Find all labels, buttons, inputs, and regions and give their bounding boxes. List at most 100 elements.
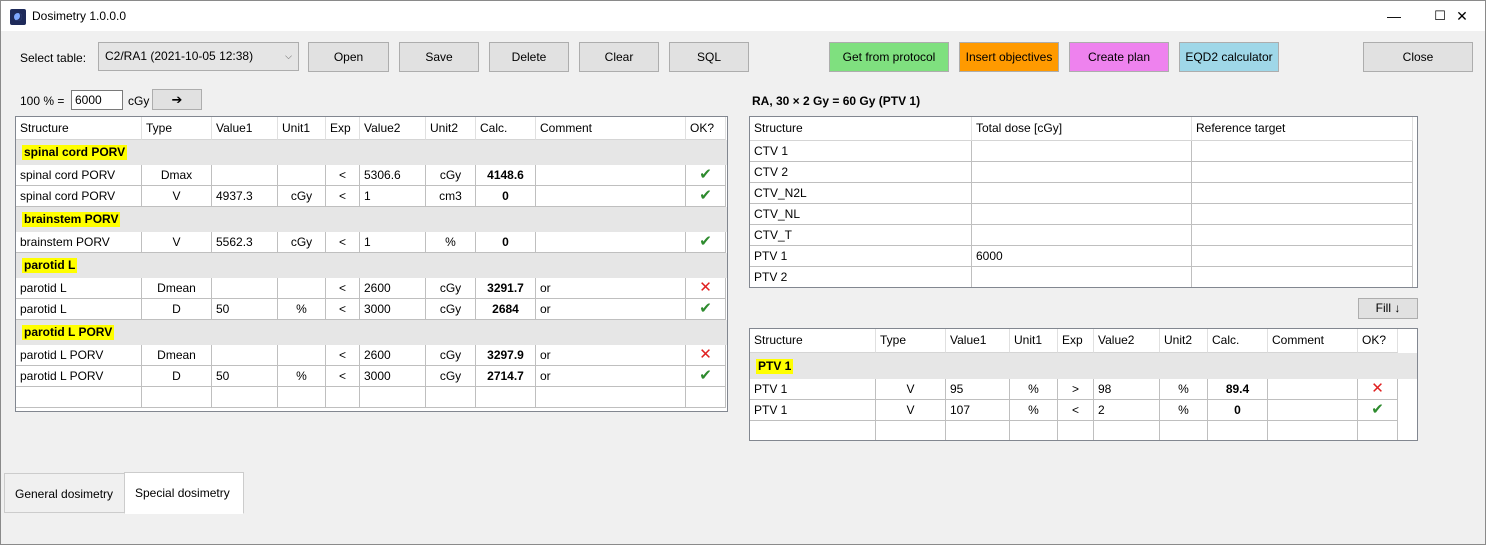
- table-row[interactable]: PTV 1 6000: [750, 246, 1413, 267]
- table-cell[interactable]: [1058, 421, 1094, 440]
- table-cell[interactable]: [1192, 204, 1413, 225]
- table-cell[interactable]: cGy: [426, 165, 476, 186]
- new-row[interactable]: [16, 387, 726, 408]
- table-cell[interactable]: 6000: [972, 246, 1192, 267]
- table-row[interactable]: spinal cord PORV Dmax <5306.6 cGy 4148.6 ✔: [16, 165, 726, 186]
- table-cell[interactable]: parotid L: [16, 299, 142, 320]
- table-cell[interactable]: CTV 2: [750, 162, 972, 183]
- table-cell[interactable]: [1192, 246, 1413, 267]
- table-cell[interactable]: cGy: [278, 186, 326, 207]
- table-cell[interactable]: PTV 1: [750, 246, 972, 267]
- table-cell[interactable]: %: [1160, 400, 1208, 421]
- tab-general-dosimetry[interactable]: General dosimetry: [4, 473, 125, 513]
- table-cell[interactable]: cGy: [426, 366, 476, 387]
- table-cell[interactable]: 2: [1094, 400, 1160, 421]
- table-cell[interactable]: cm3: [426, 186, 476, 207]
- eqd2-calculator-button[interactable]: EQD2 calculator: [1179, 42, 1279, 72]
- table-row[interactable]: CTV 1: [750, 141, 1413, 162]
- table-cell[interactable]: V: [142, 232, 212, 253]
- table-cell[interactable]: [1192, 162, 1413, 183]
- table-cell[interactable]: [360, 387, 426, 408]
- table-cell[interactable]: [278, 165, 326, 186]
- table-row[interactable]: parotid L PORV Dmean <2600 cGy 3297.9 or ✕: [16, 345, 726, 366]
- checkmark-icon[interactable]: ✔: [686, 165, 726, 186]
- table-cell[interactable]: [1192, 225, 1413, 246]
- checkmark-icon[interactable]: ✔: [686, 186, 726, 207]
- table-cell[interactable]: [946, 421, 1010, 440]
- table-cell[interactable]: [212, 165, 278, 186]
- table-cell[interactable]: [212, 345, 278, 366]
- table-cell[interactable]: PTV 2: [750, 267, 972, 287]
- table-row[interactable]: brainstem PORV V 5562.3 cGy <1% 0 ✔: [16, 232, 726, 253]
- table-cell[interactable]: 1: [360, 232, 426, 253]
- table-cell[interactable]: [326, 387, 360, 408]
- table-cell[interactable]: 3291.7: [476, 278, 536, 299]
- cross-icon[interactable]: ✕: [686, 278, 726, 299]
- table-cell[interactable]: [1268, 400, 1358, 421]
- table-cell[interactable]: <: [326, 232, 360, 253]
- table-cell[interactable]: %: [1010, 400, 1058, 421]
- table-cell[interactable]: [1160, 421, 1208, 440]
- table-row[interactable]: parotid L Dmean <2600 cGy 3291.7 or ✕: [16, 278, 726, 299]
- close-button[interactable]: Close: [1363, 42, 1473, 72]
- table-cell[interactable]: 2714.7: [476, 366, 536, 387]
- table-cell[interactable]: 50: [212, 366, 278, 387]
- group-header-row[interactable]: spinal cord PORV: [16, 140, 727, 165]
- table-cell[interactable]: 3297.9: [476, 345, 536, 366]
- table-cell[interactable]: 1: [360, 186, 426, 207]
- table-row[interactable]: parotid L D 50% <3000 cGy 2684 or ✔: [16, 299, 726, 320]
- table-cell[interactable]: cGy: [426, 299, 476, 320]
- table-cell[interactable]: <: [326, 366, 360, 387]
- table-cell[interactable]: cGy: [426, 345, 476, 366]
- group-header-row[interactable]: parotid L: [16, 253, 727, 278]
- minimize-button[interactable]: —: [1371, 1, 1417, 31]
- table-cell[interactable]: [212, 278, 278, 299]
- table-cell[interactable]: 5306.6: [360, 165, 426, 186]
- table-cell[interactable]: CTV_NL: [750, 204, 972, 225]
- table-cell[interactable]: [876, 421, 946, 440]
- clear-button[interactable]: Clear: [579, 42, 659, 72]
- table-cell[interactable]: cGy: [278, 232, 326, 253]
- checkmark-icon[interactable]: ✔: [686, 366, 726, 387]
- table-cell[interactable]: 95: [946, 379, 1010, 400]
- table-cell[interactable]: CTV_T: [750, 225, 972, 246]
- table-cell[interactable]: %: [278, 366, 326, 387]
- table-cell[interactable]: [476, 387, 536, 408]
- checkmark-icon[interactable]: ✔: [686, 299, 726, 320]
- table-cell[interactable]: [1010, 421, 1058, 440]
- table-cell[interactable]: [972, 225, 1192, 246]
- table-cell[interactable]: [972, 141, 1192, 162]
- table-cell[interactable]: [1208, 421, 1268, 440]
- table-cell[interactable]: 107: [946, 400, 1010, 421]
- table-cell[interactable]: [1192, 141, 1413, 162]
- delete-button[interactable]: Delete: [489, 42, 569, 72]
- table-cell[interactable]: [750, 421, 876, 440]
- table-cell[interactable]: [212, 387, 278, 408]
- table-cell[interactable]: or: [536, 366, 686, 387]
- table-cell[interactable]: <: [1058, 400, 1094, 421]
- apply-reference-button[interactable]: ➔: [152, 89, 202, 110]
- table-cell[interactable]: Dmean: [142, 278, 212, 299]
- table-cell[interactable]: 0: [1208, 400, 1268, 421]
- table-cell[interactable]: 2684: [476, 299, 536, 320]
- table-cell[interactable]: [536, 186, 686, 207]
- save-button[interactable]: Save: [399, 42, 479, 72]
- table-row[interactable]: CTV 2: [750, 162, 1413, 183]
- table-cell[interactable]: <: [326, 278, 360, 299]
- table-row[interactable]: PTV 2: [750, 267, 1413, 287]
- table-cell[interactable]: >: [1058, 379, 1094, 400]
- table-cell[interactable]: 3000: [360, 299, 426, 320]
- open-button[interactable]: Open: [308, 42, 389, 72]
- table-cell[interactable]: [1192, 183, 1413, 204]
- table-row[interactable]: PTV 1 V 107% <2% 0 ✔: [750, 400, 1398, 421]
- table-cell[interactable]: 2600: [360, 278, 426, 299]
- reference-dose-input[interactable]: 6000: [71, 90, 123, 110]
- table-cell[interactable]: [278, 387, 326, 408]
- table-cell[interactable]: CTV_N2L: [750, 183, 972, 204]
- table-cell[interactable]: or: [536, 299, 686, 320]
- table-cell[interactable]: Dmean: [142, 345, 212, 366]
- table-cell[interactable]: [1268, 421, 1358, 440]
- table-row[interactable]: CTV_N2L: [750, 183, 1413, 204]
- table-cell[interactable]: 3000: [360, 366, 426, 387]
- table-row[interactable]: parotid L PORV D 50% <3000 cGy 2714.7 or ✔: [16, 366, 726, 387]
